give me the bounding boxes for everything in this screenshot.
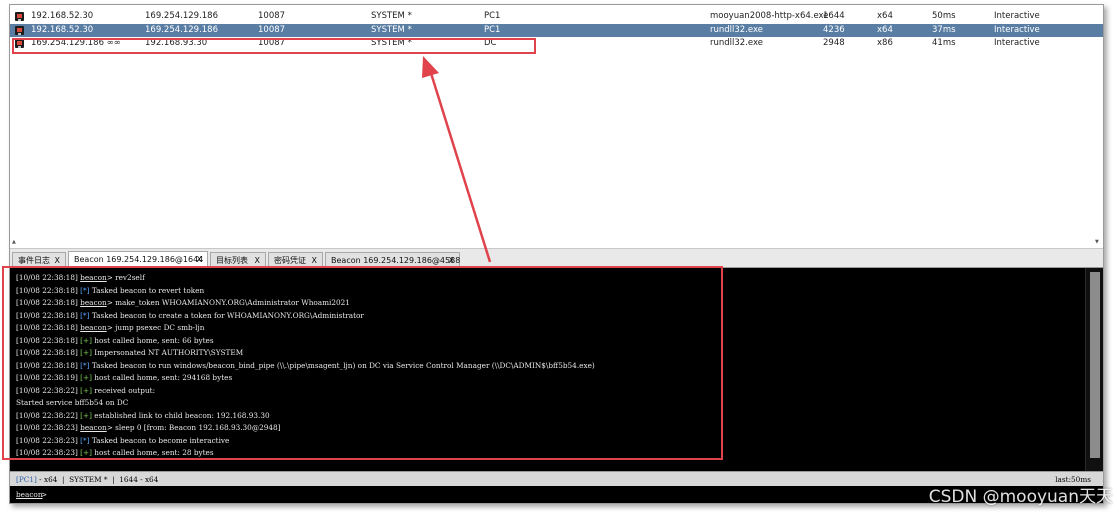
beacon-cell-process: mooyuan2008-http-x64.exe [710, 11, 829, 21]
tab-close-icon[interactable]: X [197, 252, 202, 267]
beacon-row[interactable]: 192.168.52.30 169.254.129.186 10087 SYSTEM … [10, 10, 1103, 24]
status-info: - x64 | SYSTEM * | 1644 - x64 [36, 475, 159, 484]
prompt-symbol: > [41, 490, 48, 499]
beacon-cell-note: Interactive [994, 11, 1040, 21]
csdn-watermark: CSDN @mooyuan天天 [928, 487, 1113, 507]
beacon-cell-internal: 169.254.129.186 [145, 24, 219, 35]
status-left: [PC1] - x64 | SYSTEM * | 1644 - x64 [16, 475, 158, 484]
tab-label: 事件日志 [18, 256, 50, 265]
tab-label: 密码凭证 [274, 256, 306, 265]
tab-label: 目标列表 [216, 256, 248, 265]
command-input[interactable] [50, 488, 750, 501]
beacon-cell-process: rundll32.exe [710, 38, 763, 48]
status-computer: [PC1] [16, 475, 37, 484]
console-scrollbar[interactable] [1085, 268, 1103, 471]
beacon-cell-pid: 2948 [823, 38, 845, 48]
scroll-up-icon[interactable]: ▲ [12, 239, 16, 245]
tab-bar: 事件日志 X Beacon 169.254.129.186@1644 X 目标列表 X 密码… [10, 248, 1103, 269]
tab-label: Beacon 169.254.129.186@4588 [331, 256, 461, 265]
beacon-cell-listener: 10087 [258, 24, 286, 35]
prompt-label: beacon [16, 490, 43, 499]
beacon-row[interactable]: 192.168.52.30 169.254.129.186 10087 SYSTEM … [10, 23, 1103, 37]
beacon-cell-user: SYSTEM * [371, 11, 412, 21]
beacon-cell-note: Interactive [994, 24, 1040, 35]
beacon-cell-last: 41ms [932, 38, 956, 48]
tab-label: Beacon 169.254.129.186@1644 [74, 255, 204, 264]
beacon-cell-arch: x86 [877, 38, 893, 48]
beacon-cell-arch: x64 [877, 11, 893, 21]
beacon-cell-note: Interactive [994, 38, 1040, 48]
beacon-cell-last: 37ms [932, 24, 956, 35]
beacon-cell-listener: 10087 [258, 11, 286, 21]
beacon-computer-icon [15, 12, 24, 21]
console-highlight-box [2, 266, 723, 460]
beacon-cell-internal: 169.254.129.186 [145, 11, 219, 21]
beacon-cell-arch: x64 [877, 24, 893, 35]
beacon-cell-user: SYSTEM * [371, 24, 412, 35]
prompt-label-text: beacon [16, 490, 43, 499]
beacon-cell-external: 192.168.52.30 [31, 24, 94, 35]
beacon-cell-last: 50ms [932, 11, 956, 21]
beacon-cell-pid: 1644 [823, 11, 845, 21]
beacon-cell-computer: PC1 [484, 11, 501, 21]
beacon-cell-process: rundll32.exe [710, 24, 763, 35]
scroll-down-icon[interactable]: ▼ [1095, 239, 1099, 245]
beacon-cell-external: 192.168.52.30 [31, 11, 94, 21]
dc-row-highlight-box [12, 38, 536, 54]
beacon-cell-computer: PC1 [484, 24, 501, 35]
beacon-cell-pid: 4236 [823, 24, 845, 35]
beacon-computer-icon [15, 25, 24, 35]
console-scrollbar-thumb[interactable] [1090, 272, 1100, 458]
table-scroll-markers: ▲ ▼ [10, 239, 1103, 247]
